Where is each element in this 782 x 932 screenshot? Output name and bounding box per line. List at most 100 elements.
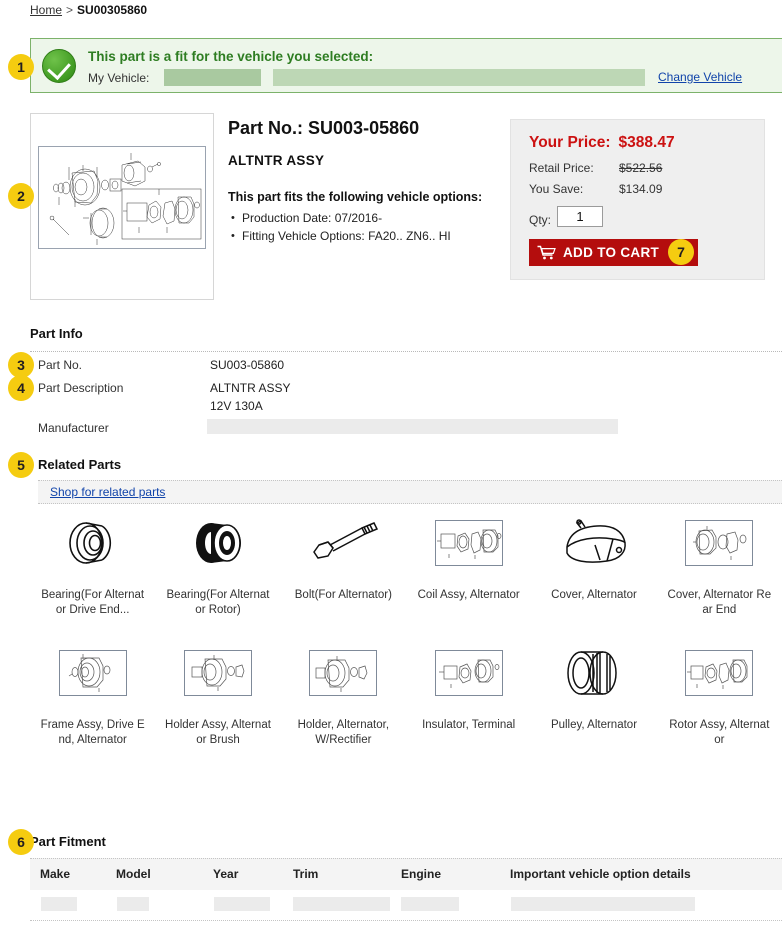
fitment-column-engine: Engine <box>401 867 442 881</box>
fitment-banner-title: This part is a fit for the vehicle you s… <box>88 49 374 64</box>
quantity-input[interactable] <box>557 206 603 227</box>
check-circle-icon <box>42 49 76 83</box>
part-info-value-description-line2: 12V 130A <box>210 399 263 413</box>
retail-price-label: Retail Price: <box>529 161 594 175</box>
fitment-column-year: Year <box>213 867 239 881</box>
cover-icon <box>539 508 649 578</box>
diagram-icon <box>38 638 148 708</box>
fitment-cell-details-redacted <box>511 897 695 911</box>
related-part-item[interactable]: Holder Assy, Alternator Brush <box>155 638 280 748</box>
fits-options-list: Production Date: 07/2016- Fitting Vehicl… <box>228 209 451 245</box>
fitment-cell-year-redacted <box>214 897 270 911</box>
breadcrumb-current: SU00305860 <box>77 3 148 17</box>
related-part-label: Bolt(For Alternator) <box>294 589 392 601</box>
you-save-value: $134.09 <box>619 182 663 196</box>
my-vehicle-label: My Vehicle: <box>88 71 150 85</box>
part-name: ALTNTR ASSY <box>228 153 325 168</box>
change-vehicle-link[interactable]: Change Vehicle <box>658 70 742 84</box>
related-part-item[interactable]: Coil Assy, Alternator <box>406 508 531 618</box>
fitment-cell-make-redacted <box>41 897 77 911</box>
related-part-item[interactable]: Frame Assy, Drive End, Alternator <box>30 638 155 748</box>
breadcrumb-separator: > <box>66 3 74 17</box>
my-vehicle-redacted-value-2 <box>273 69 645 86</box>
related-part-item[interactable]: Cover, Alternator <box>531 508 656 618</box>
related-part-item[interactable]: Bearing(For Alternator Rotor) <box>155 508 280 618</box>
breadcrumb: Home > SU00305860 <box>30 3 147 17</box>
shop-related-parts-bar: Shop for related parts <box>38 480 782 504</box>
related-part-label: Cover, Alternator Rear End <box>667 589 772 616</box>
related-part-item[interactable]: Pulley, Alternator <box>531 638 656 748</box>
fitment-banner: This part is a fit for the vehicle you s… <box>30 38 782 93</box>
related-part-label: Pulley, Alternator <box>550 719 638 731</box>
related-part-label: Coil Assy, Alternator <box>417 589 520 601</box>
bearing-dark-icon <box>163 508 273 578</box>
part-info-value-manufacturer-redacted <box>207 419 618 434</box>
exploded-diagram-icon <box>38 146 206 249</box>
part-fitment-row-divider <box>30 920 782 921</box>
your-price-label: Your Price: <box>529 134 611 151</box>
fits-options-heading: This part fits the following vehicle opt… <box>228 190 483 204</box>
diagram-icon <box>414 508 524 578</box>
related-part-item[interactable]: Holder, Alternator, W/Rectifier <box>281 638 406 748</box>
part-no-label: Part No.: <box>228 118 304 138</box>
related-part-label: Holder, Alternator, W/Rectifier <box>297 719 390 746</box>
fitment-cell-trim-redacted <box>293 897 390 911</box>
related-parts-grid: Bearing(For Alternator Drive End... Bear… <box>30 508 782 748</box>
diagram-icon <box>414 638 524 708</box>
fitment-cell-engine-redacted <box>401 897 459 911</box>
your-price-value: $388.47 <box>618 134 675 151</box>
fits-option-item: Fitting Vehicle Options: FA20.. ZN6.. HI <box>231 227 451 245</box>
part-info-label-description: Part Description <box>38 381 124 395</box>
diagram-icon <box>288 638 398 708</box>
retail-price-value: $522.56 <box>619 161 663 175</box>
part-info-divider <box>30 351 782 352</box>
quantity-label: Qty: <box>529 213 552 227</box>
callout-badge-6: 6 <box>8 829 34 855</box>
callout-badge-2: 2 <box>8 183 34 209</box>
breadcrumb-home-link[interactable]: Home <box>30 3 62 17</box>
related-part-label: Rotor Assy, Alternator <box>669 719 770 746</box>
part-info-label-manufacturer: Manufacturer <box>38 421 109 435</box>
part-info-value-part-no: SU003-05860 <box>210 358 285 372</box>
related-part-label: Insulator, Terminal <box>422 719 516 731</box>
part-no-value: SU003-05860 <box>308 118 420 138</box>
related-part-label: Bearing(For Alternator Drive End... <box>41 589 145 616</box>
diagram-icon <box>163 638 273 708</box>
related-parts-section-title: Related Parts <box>38 457 122 472</box>
related-part-item[interactable]: Insulator, Terminal <box>406 638 531 748</box>
fitment-column-details: Important vehicle option details <box>510 867 691 881</box>
diagram-icon <box>664 508 774 578</box>
shop-for-related-parts-link[interactable]: Shop for related parts <box>50 485 165 499</box>
bolt-icon <box>288 508 398 578</box>
my-vehicle-redacted-value-1 <box>164 69 261 86</box>
add-to-cart-label: ADD TO CART <box>563 245 660 260</box>
product-image[interactable] <box>30 113 214 300</box>
price-box: Your Price: $388.47 Retail Price: $522.56… <box>510 119 765 280</box>
part-number-heading: Part No.: SU003-05860 <box>228 118 419 139</box>
fits-option-item: Production Date: 07/2016- <box>231 209 451 227</box>
related-part-item[interactable]: Rotor Assy, Alternator <box>657 638 782 748</box>
related-part-label: Holder Assy, Alternator Brush <box>165 719 271 746</box>
part-info-section-title: Part Info <box>30 326 83 341</box>
fitment-column-make: Make <box>40 867 71 881</box>
related-part-item[interactable]: Bolt(For Alternator) <box>281 508 406 618</box>
fitment-column-trim: Trim <box>293 867 319 881</box>
your-price-row: Your Price: $388.47 <box>529 134 675 152</box>
related-part-label: Frame Assy, Drive End, Alternator <box>40 719 145 746</box>
related-part-label: Bearing(For Alternator Rotor) <box>166 589 270 616</box>
fitment-column-model: Model <box>116 867 151 881</box>
related-part-item[interactable]: Bearing(For Alternator Drive End... <box>30 508 155 618</box>
part-info-value-description: ALTNTR ASSY <box>210 381 291 395</box>
related-part-label: Cover, Alternator <box>551 589 637 601</box>
related-part-item[interactable]: Cover, Alternator Rear End <box>657 508 782 618</box>
part-info-label-part-no: Part No. <box>38 358 83 372</box>
callout-badge-7: 7 <box>668 239 694 265</box>
callout-badge-1: 1 <box>8 54 34 80</box>
callout-badge-4: 4 <box>8 375 34 401</box>
diagram-icon <box>664 638 774 708</box>
you-save-label: You Save: <box>529 182 584 196</box>
pulley-icon <box>539 638 649 708</box>
part-fitment-section-title: Part Fitment <box>30 834 106 849</box>
callout-badge-5: 5 <box>8 452 34 478</box>
fitment-cell-model-redacted <box>117 897 149 911</box>
